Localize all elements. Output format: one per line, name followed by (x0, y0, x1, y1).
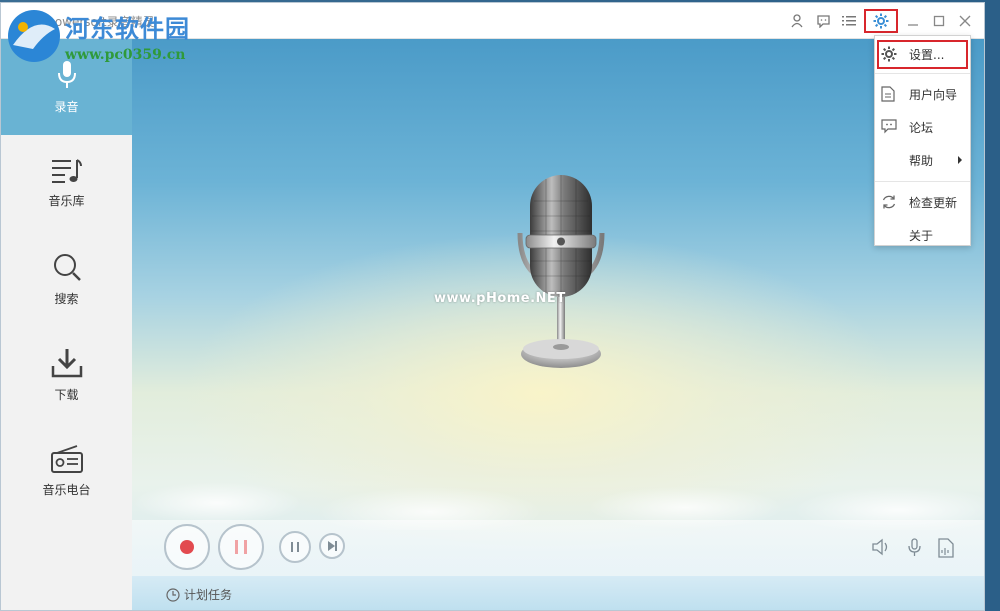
submenu-arrow-icon (958, 156, 962, 164)
sidebar-item-music-library[interactable]: 音乐库 (1, 135, 132, 231)
maximize-icon[interactable] (928, 10, 950, 32)
watermark-logo-icon (8, 10, 60, 62)
title-bar-controls (782, 3, 976, 39)
microphone-source-icon[interactable] (906, 538, 924, 558)
skip-next-icon (328, 541, 337, 551)
refresh-icon (882, 195, 896, 209)
app-window: 河东软件园 www.pc0359.cn Apowersoft录音精灵 录音 音乐… (0, 2, 985, 611)
search-icon (53, 253, 81, 281)
audio-file-icon[interactable] (938, 538, 954, 558)
list-icon[interactable] (838, 10, 860, 32)
sidebar-item-radio[interactable]: 音乐电台 (1, 423, 132, 519)
menu-item-label: 检查更新 (909, 196, 958, 210)
settings-menu: 设置... 用户向导 论坛 帮助 检查更新 关于 (874, 35, 971, 246)
chat-icon[interactable] (812, 10, 834, 32)
volume-icon[interactable] (872, 538, 892, 556)
watermark-url: www.pc0359.cn (65, 47, 186, 63)
sidebar-item-search[interactable]: 搜索 (1, 231, 132, 327)
menu-item-label: 用户向导 (909, 88, 958, 102)
settings-gear-button[interactable] (864, 9, 898, 33)
sidebar-item-label: 录音 (54, 99, 79, 114)
menu-item-forum[interactable]: 论坛 (875, 111, 970, 144)
sidebar: 录音 音乐库 搜索 下载 音乐电台 (1, 39, 132, 610)
menu-item-label: 关于 (909, 229, 934, 243)
sidebar-item-label: 搜索 (54, 291, 79, 306)
menu-divider (875, 73, 970, 74)
minimize-icon[interactable] (902, 10, 924, 32)
menu-divider (875, 181, 970, 182)
radio-icon (50, 444, 83, 473)
sidebar-item-download[interactable]: 下载 (1, 327, 132, 423)
record-button[interactable] (164, 524, 210, 570)
gear-icon (881, 46, 897, 62)
gear-icon (873, 13, 889, 29)
download-icon (51, 348, 82, 377)
pause-play-button[interactable] (279, 531, 311, 563)
document-icon (881, 86, 895, 102)
menu-item-about[interactable]: 关于 (875, 219, 970, 252)
music-list-icon (51, 158, 82, 183)
pause-icon (244, 540, 247, 554)
menu-item-label: 论坛 (909, 121, 934, 135)
sidebar-item-label: 音乐电台 (42, 482, 91, 497)
microphone-illustration (517, 175, 605, 368)
close-icon[interactable] (954, 10, 976, 32)
menu-item-settings[interactable]: 设置... (877, 40, 968, 69)
status-bar: 计划任务 (132, 576, 984, 610)
sidebar-item-label: 音乐库 (48, 193, 85, 208)
pause-icon (297, 542, 299, 552)
plan-task-label: 计划任务 (184, 588, 233, 602)
chat-icon (881, 119, 897, 134)
clock-icon (166, 587, 180, 602)
image-watermark: www.pHome.NET (434, 291, 566, 306)
watermark-site-name: 河东软件园 (65, 15, 190, 43)
plan-task-button[interactable]: 计划任务 (166, 586, 232, 603)
menu-item-user-guide[interactable]: 用户向导 (875, 78, 970, 111)
menu-item-label: 帮助 (909, 154, 934, 168)
cloud-background (132, 440, 984, 530)
pause-icon (235, 540, 238, 554)
next-button[interactable] (319, 533, 345, 559)
playback-controls (132, 520, 984, 576)
menu-item-label: 设置... (909, 48, 945, 62)
pause-record-button[interactable] (218, 524, 264, 570)
sidebar-item-label: 下载 (54, 387, 79, 402)
menu-item-help[interactable]: 帮助 (875, 144, 970, 177)
menu-item-check-update[interactable]: 检查更新 (875, 186, 970, 219)
pause-icon (291, 542, 293, 552)
main-panel: www.pHome.NET 计划任务 (132, 39, 984, 610)
user-icon[interactable] (786, 10, 808, 32)
